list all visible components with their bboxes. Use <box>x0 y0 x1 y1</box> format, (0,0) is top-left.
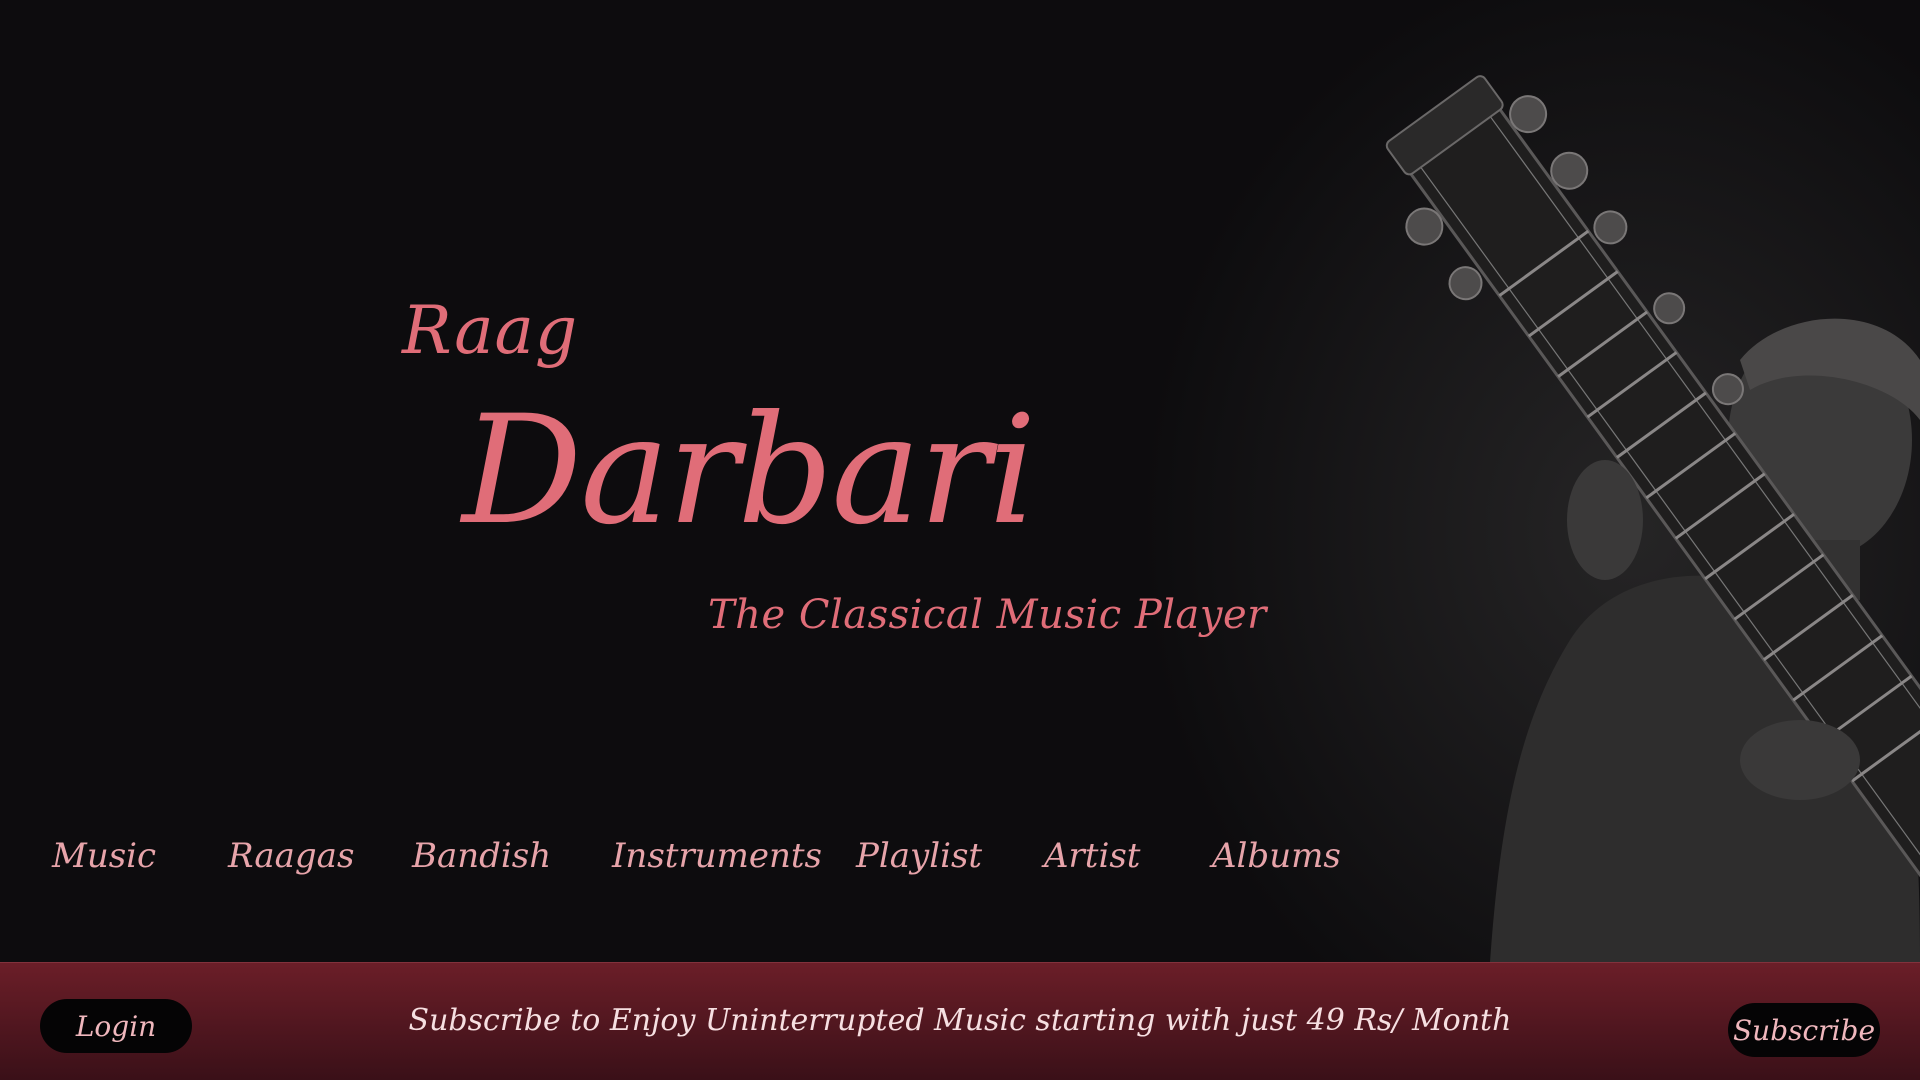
subscription-footer: Login Subscribe to Enjoy Uninterrupted M… <box>0 962 1920 1080</box>
nav-item-instruments[interactable]: Instruments <box>612 836 822 876</box>
subscribe-button[interactable]: Subscribe <box>1728 1003 1880 1057</box>
brand-title-large: Darbari <box>462 384 1037 558</box>
nav-item-playlist[interactable]: Playlist <box>856 836 982 876</box>
hero-section: Raag Darbari The Classical Music Player … <box>0 0 1920 962</box>
sitar-player-image <box>1100 0 1920 962</box>
nav-item-bandish[interactable]: Bandish <box>412 836 551 876</box>
brand-title-small: Raag <box>402 292 579 369</box>
nav-item-music[interactable]: Music <box>52 836 156 876</box>
subscription-promo-text: Subscribe to Enjoy Uninterrupted Music s… <box>408 1003 1512 1038</box>
nav-item-raagas[interactable]: Raagas <box>228 836 354 876</box>
main-nav: Music Raagas Bandish Instruments Playlis… <box>0 836 1360 896</box>
brand-tagline: The Classical Music Player <box>708 592 1267 638</box>
nav-item-artist[interactable]: Artist <box>1044 836 1140 876</box>
nav-item-albums[interactable]: Albums <box>1212 836 1341 876</box>
